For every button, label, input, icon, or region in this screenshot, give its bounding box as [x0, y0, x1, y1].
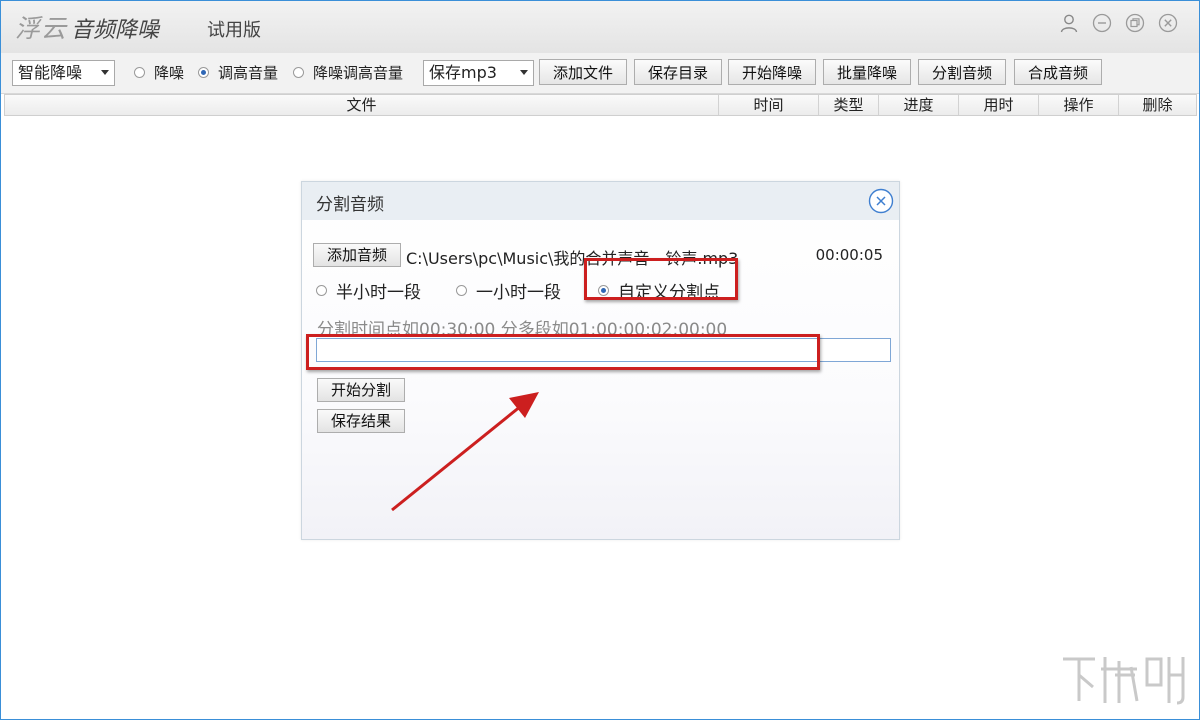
column-duration-used[interactable]: 用时 — [958, 95, 1038, 115]
minimize-icon — [1092, 13, 1112, 33]
toolbar: 智能降噪 降噪 调高音量 降噪调高音量 保存mp3 添加文件 保存目录 开始降噪… — [1, 53, 1199, 94]
restore-icon — [1125, 13, 1145, 33]
radio-indicator-selected — [198, 66, 209, 78]
radio-denoise-volume-up[interactable]: 降噪调高音量 — [293, 59, 403, 85]
dialog-header: 分割音频 — [302, 182, 899, 220]
app-logo: 浮云 音频降噪 — [15, 9, 159, 45]
watermark-logo-icon — [1063, 657, 1185, 705]
radio-label: 降噪调高音量 — [313, 63, 404, 82]
radio-denoise[interactable]: 降噪 — [134, 59, 184, 85]
add-audio-button[interactable]: 添加音频 — [313, 243, 401, 267]
file-path-text: C:\Users\pc\Music\我的合并声音 - 铃声.mp3 — [406, 249, 739, 268]
restore-button[interactable] — [1124, 12, 1146, 34]
edition-label: 试用版 — [207, 20, 261, 41]
radio-label: 降噪 — [154, 63, 185, 82]
chevron-down-icon — [520, 70, 528, 75]
dialog-title: 分割音频 — [316, 195, 384, 215]
close-button[interactable] — [1157, 12, 1179, 34]
column-file[interactable]: 文件 — [5, 95, 718, 115]
radio-label: 调高音量 — [218, 63, 279, 82]
dialog-close-button[interactable] — [868, 188, 894, 214]
app-window: 浮云 音频降噪 试用版 智能降噪 降噪 调高音量 降噪调高音量 保存mp3 添加… — [0, 0, 1200, 720]
chevron-down-icon — [101, 70, 109, 75]
option-half-hour[interactable]: 半小时一段 — [316, 278, 421, 303]
radio-indicator — [293, 66, 304, 78]
audio-duration: 00:00:05 — [815, 246, 883, 264]
logo-brand: 浮云 — [15, 14, 68, 43]
file-table-header: 文件 时间 类型 进度 用时 操作 删除 — [4, 94, 1197, 116]
split-time-input[interactable] — [316, 338, 891, 362]
add-file-button[interactable]: 添加文件 — [539, 59, 627, 85]
radio-volume-up[interactable]: 调高音量 — [198, 59, 278, 85]
option-one-hour[interactable]: 一小时一段 — [456, 278, 561, 303]
minimize-button[interactable] — [1091, 12, 1113, 34]
close-icon — [1158, 13, 1178, 33]
format-select-value: 保存mp3 — [429, 63, 497, 82]
option-label: 自定义分割点 — [618, 283, 720, 303]
mode-select[interactable]: 智能降噪 — [12, 60, 115, 86]
radio-indicator — [316, 285, 327, 296]
option-custom-points[interactable]: 自定义分割点 — [598, 278, 720, 303]
annotation-arrow-icon — [391, 392, 539, 512]
batch-denoise-button[interactable]: 批量降噪 — [823, 59, 911, 85]
radio-indicator — [134, 66, 145, 78]
option-label: 一小时一段 — [476, 283, 561, 303]
column-progress[interactable]: 进度 — [878, 95, 958, 115]
radio-indicator — [456, 285, 467, 296]
merge-audio-button[interactable]: 合成音频 — [1014, 59, 1102, 85]
start-denoise-button[interactable]: 开始降噪 — [728, 59, 816, 85]
format-select[interactable]: 保存mp3 — [423, 60, 534, 86]
mode-select-value: 智能降噪 — [18, 63, 83, 82]
radio-indicator-selected — [598, 285, 609, 296]
split-audio-button[interactable]: 分割音频 — [918, 59, 1006, 85]
option-label: 半小时一段 — [336, 283, 421, 303]
title-bar: 浮云 音频降噪 试用版 — [1, 1, 1199, 53]
column-time[interactable]: 时间 — [718, 95, 818, 115]
column-action[interactable]: 操作 — [1038, 95, 1118, 115]
save-directory-button[interactable]: 保存目录 — [634, 59, 722, 85]
logo-product: 音频降噪 — [71, 18, 160, 43]
window-controls — [1058, 12, 1179, 34]
close-icon — [868, 188, 894, 214]
column-type[interactable]: 类型 — [818, 95, 878, 115]
column-delete[interactable]: 删除 — [1118, 95, 1196, 115]
user-icon[interactable] — [1058, 12, 1080, 34]
split-hint-text: 分割时间点如00:30:00 分多段如01:00:00;02:00:00 — [317, 320, 728, 340]
